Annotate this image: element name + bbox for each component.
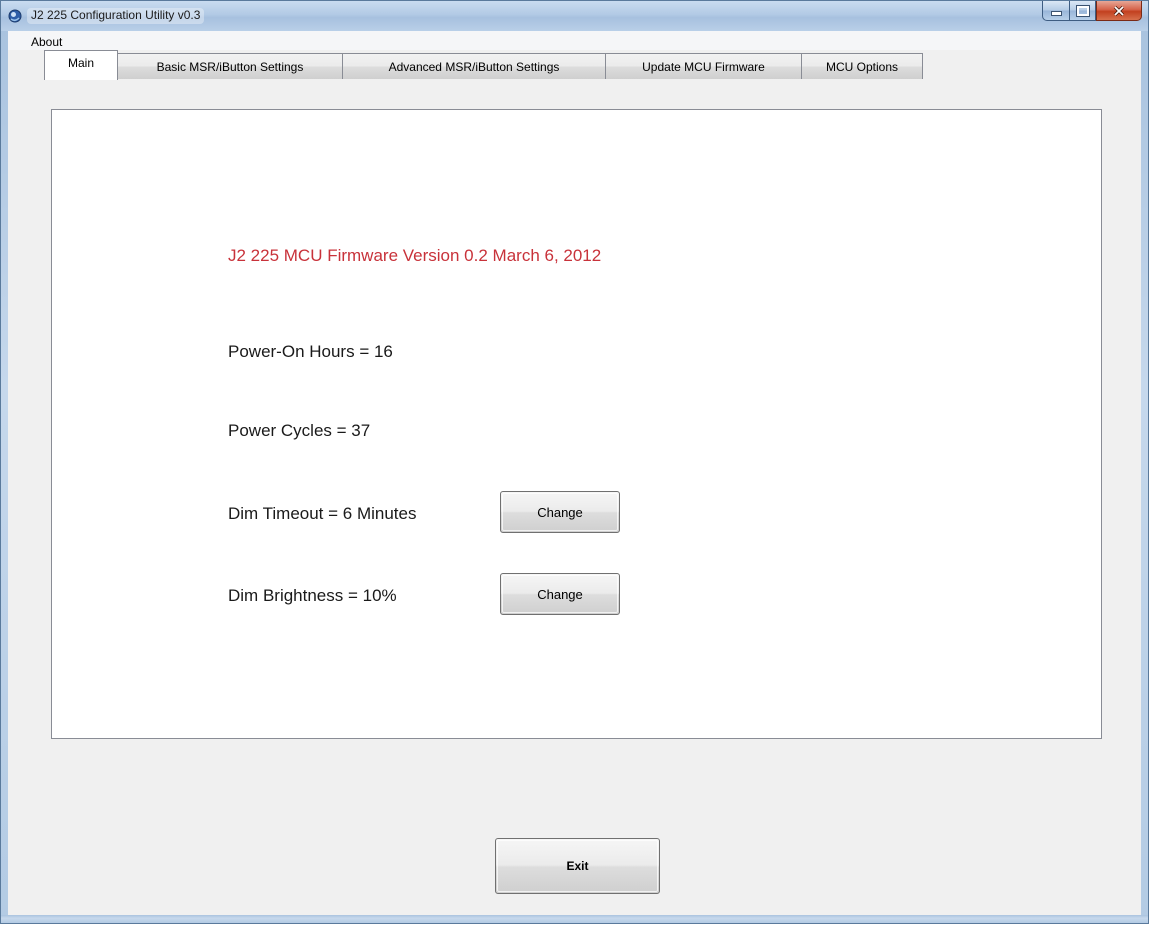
- tab-basic-msr-ibutton-settings[interactable]: Basic MSR/iButton Settings: [117, 53, 343, 79]
- change-dim-brightness-button-label: Change: [537, 586, 583, 602]
- maximize-button[interactable]: [1069, 1, 1096, 21]
- tab-advanced-msr-ibutton-settings[interactable]: Advanced MSR/iButton Settings: [342, 53, 606, 79]
- exit-button[interactable]: Exit: [495, 838, 660, 894]
- dim-timeout-label: Dim Timeout = 6 Minutes: [228, 504, 417, 523]
- tab-mcu-options[interactable]: MCU Options: [801, 53, 923, 79]
- app-window: J2 225 Configuration Utility v0.3 About …: [0, 0, 1149, 924]
- power-cycles-label: Power Cycles = 37: [228, 421, 371, 440]
- window-frame-right: [1141, 31, 1148, 923]
- change-dim-brightness-button[interactable]: Change: [500, 573, 620, 615]
- close-button[interactable]: [1096, 1, 1142, 21]
- window-frame-left: [1, 31, 8, 923]
- exit-button-label: Exit: [566, 859, 589, 873]
- minimize-icon: [1050, 11, 1062, 16]
- title-bar[interactable]: J2 225 Configuration Utility v0.3: [1, 1, 1148, 31]
- menu-bar: About: [8, 31, 1141, 50]
- power-on-hours-label: Power-On Hours = 16: [228, 342, 393, 361]
- window-title: J2 225 Configuration Utility v0.3: [27, 8, 205, 24]
- minimize-button[interactable]: [1042, 1, 1069, 21]
- app-icon: [8, 9, 22, 23]
- change-dim-timeout-button-label: Change: [537, 504, 583, 520]
- menu-about[interactable]: About: [31, 35, 62, 49]
- close-icon: [1113, 5, 1125, 16]
- caption-buttons: [1042, 1, 1142, 22]
- firmware-version-label: J2 225 MCU Firmware Version 0.2 March 6,…: [228, 246, 602, 265]
- dim-brightness-label: Dim Brightness = 10%: [228, 586, 397, 605]
- change-dim-timeout-button[interactable]: Change: [500, 491, 620, 533]
- tab-page-main: J2 225 MCU Firmware Version 0.2 March 6,…: [51, 109, 1102, 739]
- tab-main[interactable]: Main: [44, 50, 118, 80]
- maximize-icon: [1075, 4, 1090, 17]
- tab-update-mcu-firmware[interactable]: Update MCU Firmware: [605, 53, 802, 79]
- window-frame-bottom: [1, 915, 1148, 923]
